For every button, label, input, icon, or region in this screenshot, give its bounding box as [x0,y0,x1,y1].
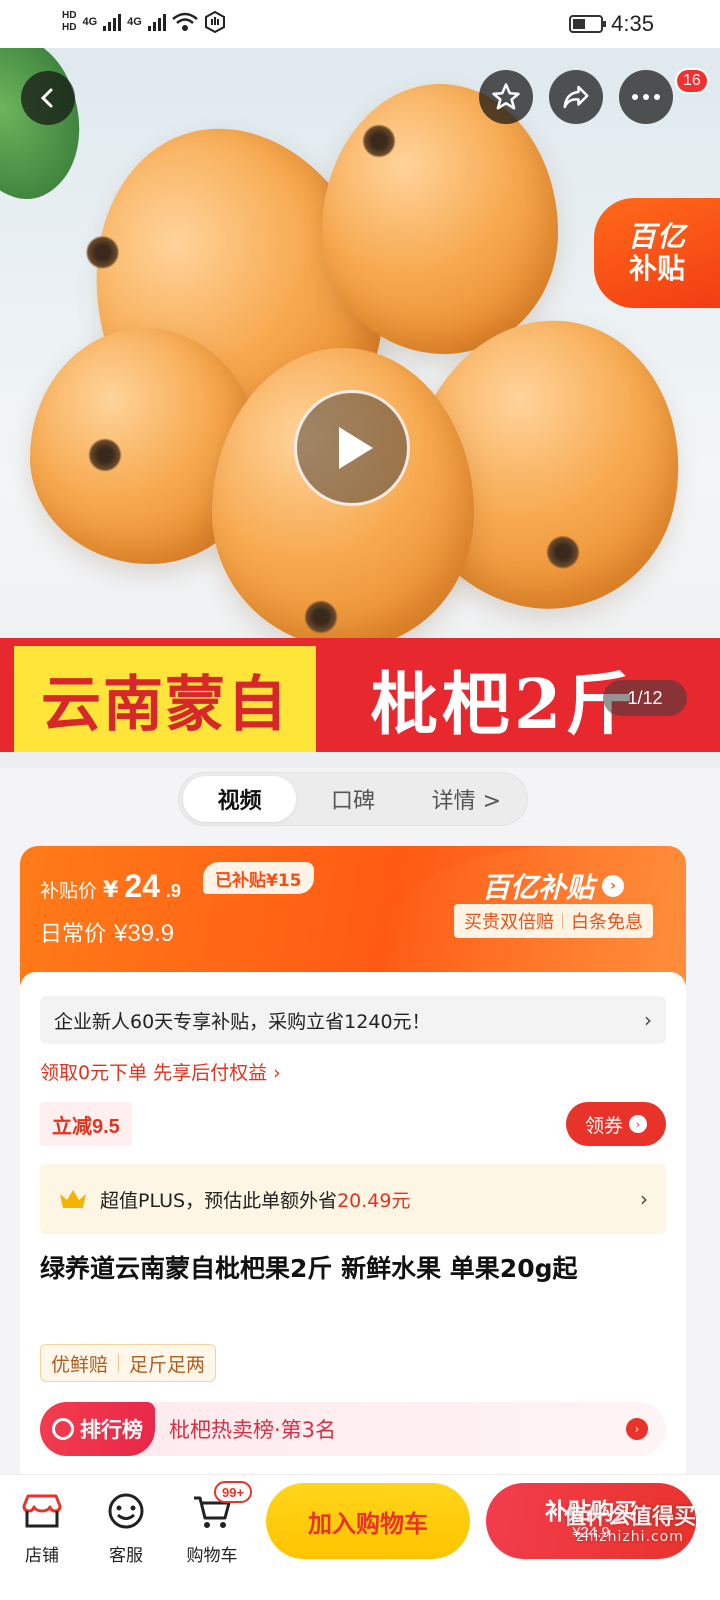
plus-savings-row[interactable]: 超值PLUS，预估此单额外省 20.49元 › [40,1164,666,1234]
plus-savings-text: 超值PLUS，预估此单额外省 [100,1189,338,1212]
chevron-left-icon [40,88,53,108]
service-tag-full-weight: 足斤足两 [129,1353,206,1376]
battery-icon [569,15,607,33]
wifi-icon [172,12,198,31]
promo-body: 企业新人60天专享补贴，采购立省1240元！ › 领取0元下单 先享后付权益 ›… [20,972,686,1486]
instant-discount-tag: 立减9.5 [40,1102,132,1146]
chevron-right-icon: › [629,1115,647,1133]
service-tag-fresh-compensation: 优鲜赔 [51,1353,109,1376]
network-label-2: 4G [127,16,142,28]
cart-label: 购物车 [186,1546,238,1566]
price-card: 补贴价 ¥24.9 已补贴¥15 日常价 ¥39.9 百亿补贴 › 买贵双倍赔 … [20,846,686,1486]
hd-label-2: HD [62,22,77,33]
plus-savings-amount: 20.49元 [337,1189,411,1212]
image-pager: 1/12 [603,680,687,716]
subsidy-price: 补贴价 ¥24.9 [40,868,181,905]
subsidy-price-label: 补贴价 [40,880,98,902]
play-icon [339,427,373,469]
subsidy-tag-line2: 补贴 [628,252,685,285]
ranking-text: 枇杷热卖榜·第3名 [169,1418,337,1442]
add-to-cart-button[interactable]: 加入购物车 [266,1483,470,1559]
subsidized-amount-badge: 已补贴¥15 [203,862,314,894]
chevron-right-icon: › [644,1008,652,1032]
signal-icon-2 [147,13,166,31]
more-button[interactable] [619,70,673,124]
status-right: 4:35 [569,11,654,37]
play-video-button[interactable] [294,390,410,506]
watermark-logo: 值什么值得买 zhizhizhi.com [560,1505,700,1596]
guarantee-double-pay: 买贵双倍赔 [464,912,554,933]
tab-details[interactable]: 详情 > [410,776,523,822]
customer-service-label: 客服 [109,1546,143,1566]
status-bar: HD HD 4G 4G 4:35 [0,0,720,48]
daily-price: 日常价 ¥39.9 [40,916,174,948]
store-icon [20,1491,64,1531]
get-coupon-button[interactable]: 领券 › [566,1102,666,1146]
share-button[interactable] [549,70,603,124]
daily-price-label: 日常价 [40,922,107,947]
subsidy-tag-line1: 百亿 [627,219,686,253]
subsidy-brand-link[interactable]: 百亿补贴 › [482,866,625,906]
tab-video[interactable]: 视频 [183,776,297,822]
subsidy-tag: 百亿 补贴 [594,198,720,308]
favorite-button[interactable] [479,70,533,124]
currency-symbol: ¥ [103,878,119,903]
hd-indicator: HD HD [62,10,76,34]
signal-icon [103,13,122,31]
hand-icon [204,11,225,33]
ranking-row[interactable]: 排行榜 枇杷热卖榜·第3名 › [40,1402,666,1456]
watermark-text: 值什么值得买 [563,1505,696,1530]
star-icon [492,83,520,110]
watermark-url: zhizhizhi.com [576,1529,684,1546]
loquat-fruit [322,84,558,354]
subsidy-price-dec: .9 [165,881,181,901]
store-label: 店铺 [25,1546,59,1566]
ranking-label: 排行榜 [40,1402,155,1456]
subsidy-brand-label: 百亿补贴 [482,871,595,904]
more-dots-icon [632,94,660,100]
crown-icon [60,1190,86,1208]
clock: 4:35 [611,11,654,36]
banner-origin-text: 云南蒙自 [14,646,316,752]
guarantee-interest-free: 白条免息 [571,912,643,933]
chevron-right-icon: › [602,875,625,897]
pay-later-link[interactable]: 领取0元下单 先享后付权益 › [40,1058,281,1085]
product-page: HD HD 4G 4G 4:35 16 百亿 补贴 云南蒙自 枇杷2斤 1/12… [0,0,720,1600]
chevron-right-icon: › [626,1418,648,1440]
ranking-label-text: 排行榜 [80,1418,143,1442]
daily-price-value: ¥39.9 [114,920,175,947]
subsidy-price-int: 24 [124,868,160,904]
price-band: 补贴价 ¥24.9 已补贴¥15 日常价 ¥39.9 百亿补贴 › 买贵双倍赔 … [20,846,686,986]
cart-button[interactable]: 99+ 购物车 [172,1481,253,1566]
enterprise-newbie-text: 企业新人60天专享补贴，采购立省1240元！ [54,1010,431,1033]
cart-count-badge: 99+ [214,1481,253,1503]
divider [562,913,563,929]
product-title: 绿养道云南蒙自枇杷果2斤 新鲜水果 单果20g起 [40,1254,578,1283]
enterprise-newbie-row[interactable]: 企业新人60天专享补贴，采购立省1240元！ › [40,996,666,1044]
chevron-right-icon: › [640,1187,648,1211]
customer-service-button[interactable]: 客服 [86,1491,166,1566]
trophy-icon [52,1418,74,1440]
get-coupon-label: 领券 [584,1114,623,1137]
banner-product-text: 枇杷2斤 [370,664,638,745]
cart-icon: 99+ [190,1481,253,1531]
message-count-badge: 16 [675,68,709,94]
tab-reviews[interactable]: 口碑 [296,776,409,822]
back-button[interactable] [21,71,75,125]
network-label-1: 4G [82,16,98,28]
share-icon [563,85,589,109]
media-tab-switch: 视频 口碑 详情 > [178,772,528,826]
hd-label-1: HD [62,10,77,21]
guarantee-tags: 买贵双倍赔 白条免息 [454,904,653,938]
store-button[interactable]: 店铺 [2,1491,82,1566]
signal-group: HD HD 4G 4G [62,10,226,34]
chat-smile-icon [104,1491,148,1531]
service-tags[interactable]: 优鲜赔 足斤足两 [40,1344,217,1382]
